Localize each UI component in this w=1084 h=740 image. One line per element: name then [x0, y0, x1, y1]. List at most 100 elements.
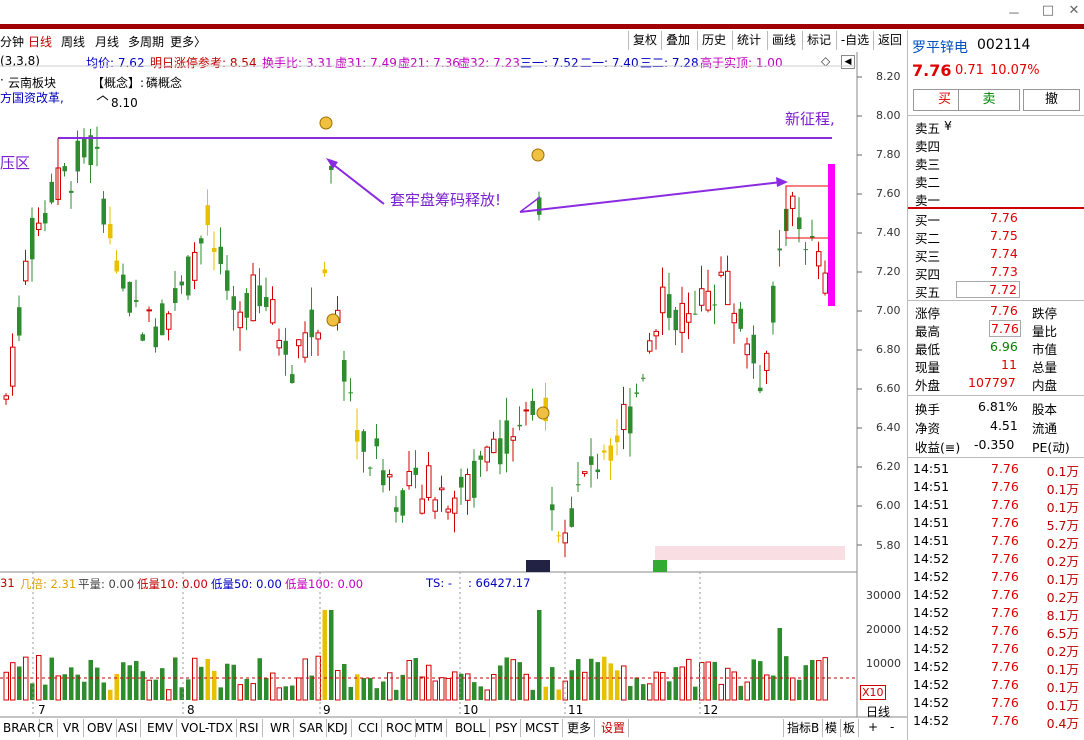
sell-level-2: 卖二 — [915, 175, 941, 190]
indicator-multiple: 几倍: 2.31 — [20, 577, 77, 591]
stat-label: 涨停 — [915, 306, 941, 321]
zoom-in-button[interactable]: + — [868, 720, 878, 734]
tab-monthly[interactable]: 月线 — [95, 33, 119, 50]
back-button[interactable]: 返回 — [873, 31, 906, 50]
template-button[interactable]: 模 — [822, 719, 842, 737]
indicator-tab[interactable]: PSY — [492, 719, 522, 737]
indicator-low10: 低量10: 0.00 — [137, 577, 208, 591]
indicator-tab[interactable]: MTM — [412, 719, 448, 737]
overlay-button[interactable]: 叠加 — [661, 31, 694, 50]
zoom-out-button[interactable]: - — [890, 720, 894, 734]
restore-rights-button[interactable]: 复权 — [628, 31, 661, 50]
statistics-button[interactable]: 统计 — [732, 31, 765, 50]
indicator-tab[interactable]: SAR — [296, 719, 328, 737]
tick-time: 14:51 — [913, 515, 950, 530]
stat-label: 总量 — [1032, 360, 1058, 375]
daily-label[interactable]: 日线 — [866, 703, 890, 720]
tick-time: 14:52 — [913, 551, 950, 566]
tick-row: 14:52 7.76 0.2万 — [913, 641, 1081, 659]
sell-level-5: 卖五 — [915, 121, 941, 136]
board-button[interactable]: 板 — [840, 719, 860, 737]
indicator-tab[interactable]: KDJ — [324, 719, 352, 737]
indicator-tab[interactable]: MCST — [522, 719, 563, 737]
price-tick: 5.80 — [876, 539, 901, 552]
tick-price: 7.76 — [991, 623, 1019, 638]
tick-price: 7.76 — [991, 677, 1019, 692]
indicator-tab[interactable]: OBV — [84, 719, 117, 737]
tick-price: 7.76 — [991, 569, 1019, 584]
cancel-button[interactable]: 撤 — [1023, 89, 1080, 111]
volume-tick: 10000 — [866, 657, 901, 670]
sell-level-4: 卖四 — [915, 139, 941, 154]
stat-value: 6.96 — [990, 339, 1018, 354]
indicator-tab[interactable]: RSI — [236, 719, 263, 737]
minimize-button[interactable]: － — [1004, 3, 1024, 22]
price-tick: 7.60 — [876, 187, 901, 200]
indicator-tab[interactable]: WR — [267, 719, 295, 737]
tick-row: 14:52 7.76 0.4万 — [913, 713, 1081, 731]
stat-value: 7.76 — [990, 303, 1018, 318]
tick-volume: 0.1万 — [1046, 662, 1079, 677]
tick-time: 14:51 — [913, 497, 950, 512]
tick-price: 7.76 — [991, 587, 1019, 602]
price-tick: 8.20 — [876, 70, 901, 83]
tab-minute[interactable]: 分钟 — [0, 33, 24, 50]
indicator-b-button[interactable]: 指标B — [783, 719, 824, 737]
indicator-tab[interactable]: ASI — [115, 719, 142, 737]
indicator-tab[interactable]: CCI — [355, 719, 383, 737]
tick-row: 14:52 7.76 0.1万 — [913, 677, 1081, 695]
tab-multi-period[interactable]: 多周期 — [128, 33, 164, 50]
tick-row: 14:52 7.76 0.1万 — [913, 659, 1081, 677]
buy-level-label: 买四 — [915, 267, 941, 282]
indicator-tab[interactable]: VR — [60, 719, 84, 737]
stat-value: -0.350 — [974, 437, 1015, 452]
tick-time: 14:51 — [913, 533, 950, 548]
buy-level-label: 买五 — [915, 285, 941, 300]
buy-level-label: 买一 — [915, 213, 941, 228]
indicator-tab[interactable]: VOL-TDX — [178, 719, 237, 737]
stock-name: 罗平锌电 — [912, 40, 968, 56]
tick-row: 14:51 7.76 0.1万 — [913, 497, 1081, 515]
sell-level-3: 卖三 — [915, 157, 941, 172]
indicator-ts: TS: - — [426, 576, 453, 590]
kline-chart[interactable] — [0, 52, 907, 737]
stat-value: 4.51 — [990, 418, 1018, 433]
stat-label: 股本 — [1032, 402, 1058, 417]
tick-time: 14:52 — [913, 659, 950, 674]
maximize-button[interactable]: □ — [1038, 3, 1058, 18]
month-label: 10 — [463, 703, 479, 717]
price-tick: 6.20 — [876, 460, 901, 473]
price-change-pct: 10.07% — [990, 63, 1040, 78]
buy-level-price: 7.73 — [990, 264, 1018, 279]
indicator-tab[interactable]: BOLL — [452, 719, 490, 737]
tick-time: 14:52 — [913, 587, 950, 602]
tick-volume: 6.5万 — [1046, 626, 1079, 641]
tick-time: 14:52 — [913, 695, 950, 710]
close-button[interactable]: ✕ — [1064, 3, 1084, 18]
draw-line-button[interactable]: 画线 — [767, 31, 800, 50]
tab-daily[interactable]: 日线 — [28, 33, 52, 50]
price-change: 0.71 — [955, 63, 984, 78]
tick-time: 14:52 — [913, 623, 950, 638]
tick-volume: 0.1万 — [1046, 572, 1079, 587]
tick-row: 14:51 7.76 0.1万 — [913, 461, 1081, 479]
month-label: 8 — [187, 703, 195, 717]
tick-price: 7.76 — [991, 515, 1019, 530]
tab-weekly[interactable]: 周线 — [61, 33, 85, 50]
stat-label: 净资 — [915, 421, 941, 436]
indicator-tab[interactable]: 设置 — [598, 719, 630, 737]
volume-tick: 20000 — [866, 623, 901, 636]
indicator-tab[interactable]: CR — [34, 719, 58, 737]
stat-label: 换手 — [915, 402, 941, 417]
last-price: 7.76 — [912, 61, 952, 80]
tab-more[interactable]: 更多〉 — [170, 33, 206, 50]
watchlist-button[interactable]: -自选 — [836, 31, 873, 50]
mark-button[interactable]: 标记 — [802, 31, 835, 50]
indicator-tab[interactable]: 更多 — [564, 719, 596, 737]
tick-volume: 0.4万 — [1046, 716, 1079, 731]
tick-volume: 0.2万 — [1046, 644, 1079, 659]
indicator-tab[interactable]: EMV — [144, 719, 178, 737]
sell-button[interactable]: 卖 — [958, 89, 1020, 111]
tick-time: 14:52 — [913, 569, 950, 584]
history-button[interactable]: 历史 — [697, 31, 730, 50]
